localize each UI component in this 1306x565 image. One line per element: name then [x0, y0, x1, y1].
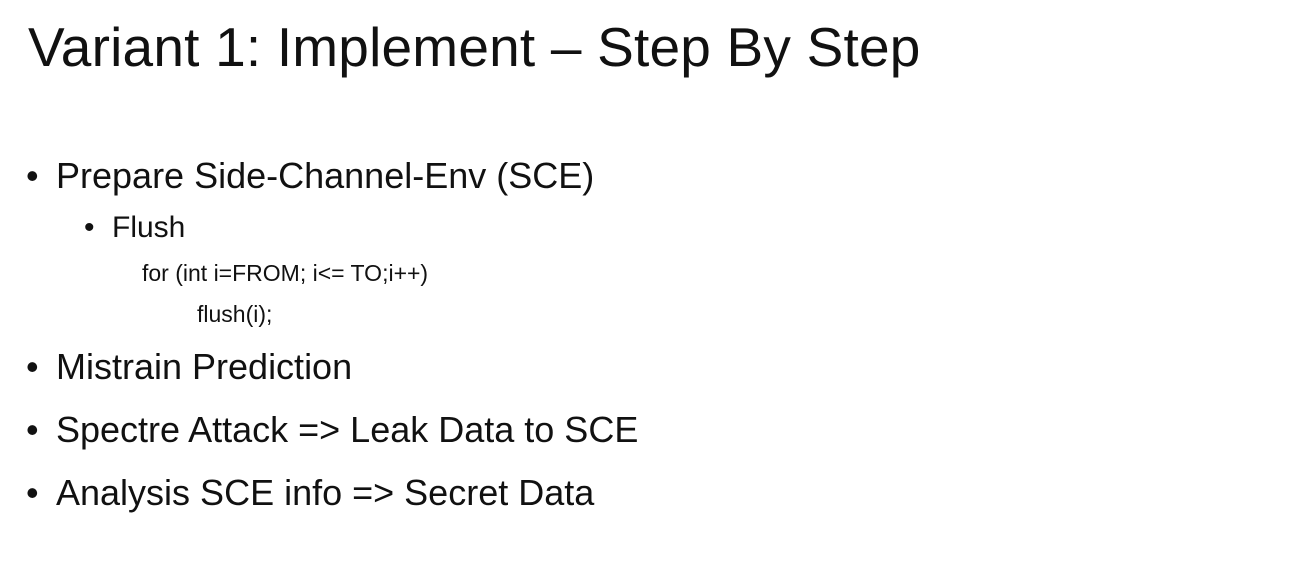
bullet-item-label: Prepare Side-Channel-Env (SCE) [56, 155, 595, 196]
slide: Variant 1: Implement – Step By Step • Pre… [0, 0, 1306, 565]
bullet-item-analysis-sce: • Analysis SCE info => Secret Data [26, 471, 594, 515]
bullet-icon: • [84, 211, 95, 244]
code-line-flush-call: flush(i); [197, 301, 273, 327]
bullet-item-label: Mistrain Prediction [56, 346, 353, 387]
sub-bullet-item-flush: • Flush [84, 209, 185, 247]
bullet-item-mistrain-prediction: • Mistrain Prediction [26, 345, 352, 389]
bullet-icon: • [26, 472, 39, 513]
bullet-item-spectre-attack: • Spectre Attack => Leak Data to SCE [26, 408, 638, 452]
code-line-for-loop: for (int i=FROM; i<= TO;i++) [142, 260, 429, 286]
bullet-icon: • [26, 155, 39, 196]
slide-title: Variant 1: Implement – Step By Step [28, 16, 921, 78]
bullet-item-label: Analysis SCE info => Secret Data [56, 472, 595, 513]
bullet-icon: • [26, 346, 39, 387]
sub-bullet-item-label: Flush [112, 211, 186, 244]
bullet-item-prepare-sce: • Prepare Side-Channel-Env (SCE) [26, 154, 594, 198]
bullet-item-label: Spectre Attack => Leak Data to SCE [56, 409, 639, 450]
bullet-icon: • [26, 409, 39, 450]
